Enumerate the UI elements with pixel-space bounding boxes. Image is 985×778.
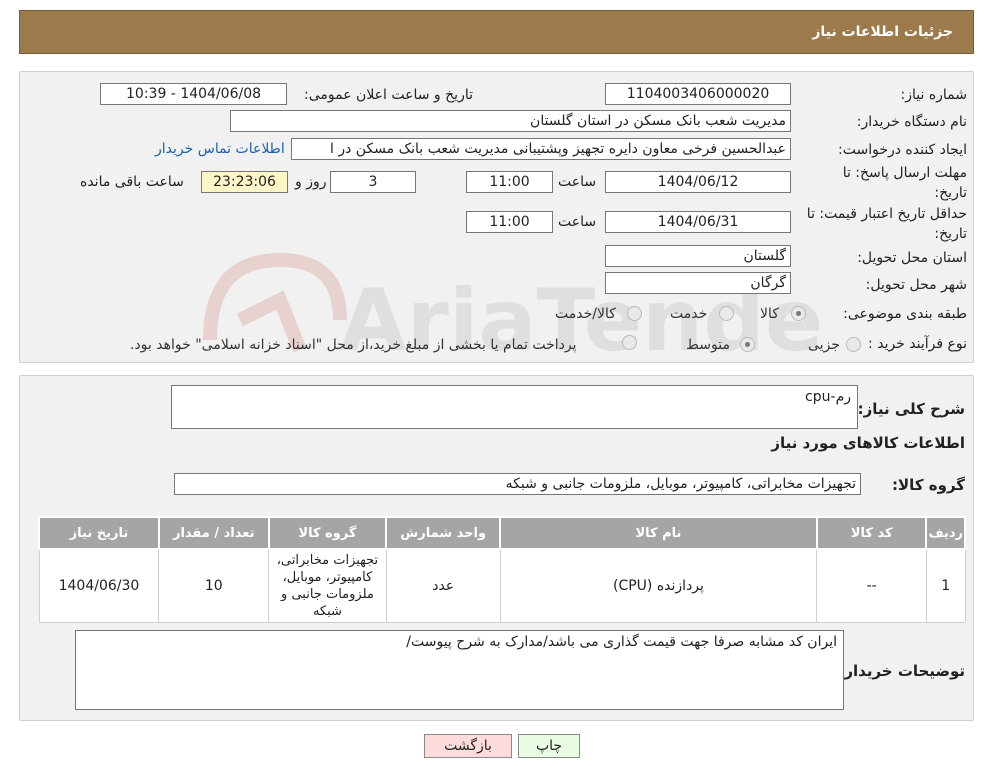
category-radio-goods-service[interactable] xyxy=(627,306,642,321)
announce-datetime-label: تاریخ و ساعت اعلان عمومی: xyxy=(304,87,473,103)
price-validity-date: 1404/06/31 xyxy=(605,211,791,233)
remaining-days: 3 xyxy=(330,171,416,193)
need-number-label: شماره نیاز: xyxy=(900,87,968,103)
cell-group: تجهیزات مخابراتی، کامپیوتر، موبایل، ملزو… xyxy=(268,548,387,623)
category-radio-service[interactable] xyxy=(719,306,734,321)
price-validity-time-label: ساعت xyxy=(558,214,597,230)
remaining-label: ساعت باقی مانده xyxy=(80,174,184,190)
buyer-contact-link[interactable]: اطلاعات تماس خریدار xyxy=(155,141,285,157)
days-label: روز و xyxy=(295,174,327,190)
buyer-org-field: مدیریت شعب بانک مسکن در استان گلستان xyxy=(230,110,791,132)
category-label: طبقه بندی موضوعی: xyxy=(843,306,967,322)
print-button[interactable]: چاپ xyxy=(518,734,580,758)
announce-datetime-field: 1404/06/08 - 10:39 xyxy=(100,83,287,105)
cell-name: پردازنده (CPU) xyxy=(499,548,818,623)
col-group: گروه کالا xyxy=(267,516,388,550)
send-deadline-time: 11:00 xyxy=(466,171,553,193)
page-title: جزئیات اطلاعات نیاز xyxy=(812,24,953,40)
back-button[interactable]: بازگشت xyxy=(424,734,512,758)
treasury-note: پرداخت تمام یا بخشی از مبلغ خرید،از محل … xyxy=(130,337,577,353)
cell-row: 1 xyxy=(925,548,966,623)
treasury-radio[interactable] xyxy=(622,335,637,350)
goods-group-field: تجهیزات مخابراتی، کامپیوتر، موبایل، ملزو… xyxy=(174,473,861,495)
cell-date: 1404/06/30 xyxy=(38,548,160,623)
send-deadline-time-label: ساعت xyxy=(558,174,597,190)
goods-table: ردیف کد کالا نام کالا واحد شمارش گروه کا… xyxy=(38,516,966,623)
send-deadline-label: مهلت ارسال پاسخ: تا تاریخ: xyxy=(842,165,967,201)
delivery-city-label: شهر محل تحویل: xyxy=(865,277,967,293)
price-validity-label: حداقل تاریخ اعتبار قیمت: تا تاریخ: xyxy=(806,206,967,242)
delivery-city-field: گرگان xyxy=(605,272,791,294)
table-row: 1 -- پردازنده (CPU) عدد تجهیزات مخابراتی… xyxy=(38,548,966,623)
buyer-notes-label: توضیحات خریدار: xyxy=(838,662,965,680)
category-option-service: خدمت xyxy=(670,306,708,322)
col-date: تاریخ نیاز xyxy=(38,516,160,550)
category-option-goods: کالا xyxy=(760,306,779,322)
category-radio-goods[interactable] xyxy=(791,306,806,321)
purchase-type-label: نوع فرآیند خرید : xyxy=(868,336,967,352)
cell-unit: عدد xyxy=(385,548,501,623)
delivery-province-field: گلستان xyxy=(605,245,791,267)
col-name: نام کالا xyxy=(499,516,818,550)
table-header-row: ردیف کد کالا نام کالا واحد شمارش گروه کا… xyxy=(38,516,966,550)
goods-section-title: اطلاعات کالاهای مورد نیاز xyxy=(771,434,965,452)
purchase-option-small: جزیی xyxy=(808,337,840,353)
description-field[interactable]: رم-cpu xyxy=(171,385,858,429)
buyer-notes-field[interactable]: ایران کد مشابه صرفا جهت قیمت گذاری می با… xyxy=(75,630,844,710)
send-deadline-date: 1404/06/12 xyxy=(605,171,791,193)
delivery-province-label: استان محل تحویل: xyxy=(857,250,967,266)
description-label: شرح کلی نیاز: xyxy=(857,400,965,418)
purchase-option-medium: متوسط xyxy=(686,337,730,353)
page-header: جزئیات اطلاعات نیاز xyxy=(19,10,974,54)
buyer-org-label: نام دستگاه خریدار: xyxy=(856,114,967,130)
purchase-radio-medium[interactable] xyxy=(740,337,755,352)
goods-group-label: گروه کالا: xyxy=(892,476,965,494)
purchase-radio-small[interactable] xyxy=(846,337,861,352)
cell-qty: 10 xyxy=(158,548,270,623)
category-option-goods-service: کالا/خدمت xyxy=(555,306,616,322)
price-validity-time: 11:00 xyxy=(466,211,553,233)
need-number-field: 1104003406000020 xyxy=(605,83,791,105)
remaining-time: 23:23:06 xyxy=(201,171,288,193)
col-code: کد کالا xyxy=(815,516,928,550)
requester-field: عبدالحسین فرخی معاون دایره تجهیز وپشتیبا… xyxy=(291,138,791,160)
col-qty: تعداد / مقدار xyxy=(157,516,270,550)
col-row: ردیف xyxy=(925,516,966,550)
requester-label: ایجاد کننده درخواست: xyxy=(838,142,967,158)
col-unit: واحد شمارش xyxy=(385,516,502,550)
cell-code: -- xyxy=(816,548,927,623)
